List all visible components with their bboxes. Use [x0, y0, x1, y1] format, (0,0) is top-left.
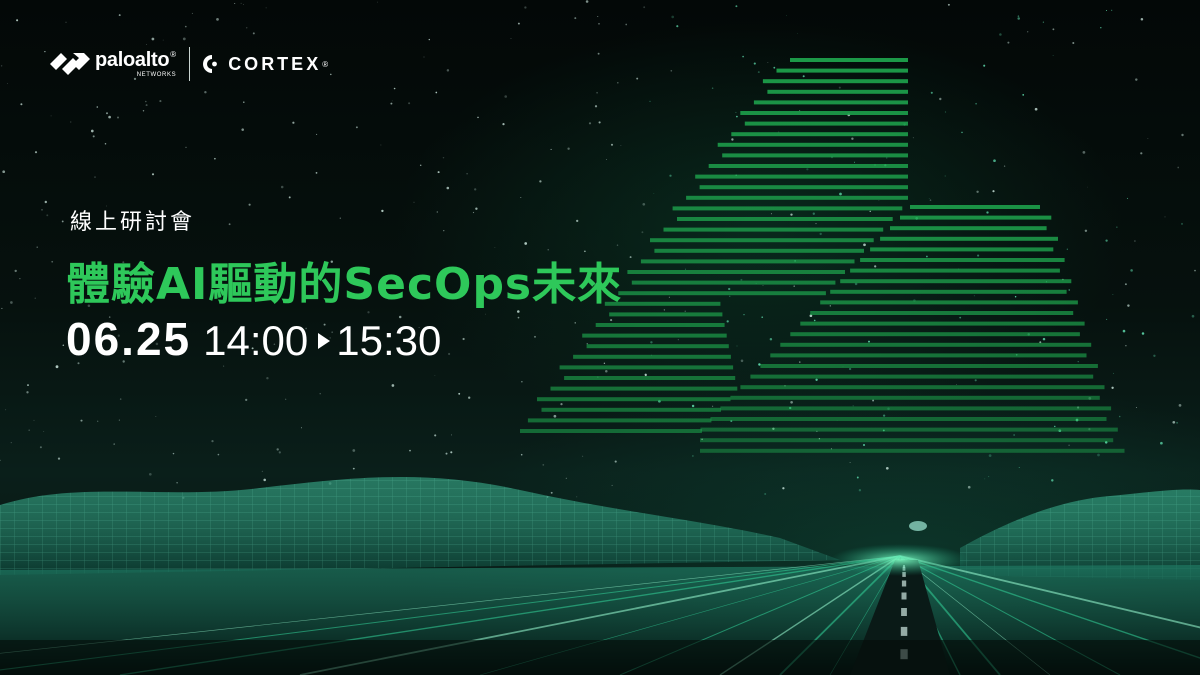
paloalto-name: paloalto — [95, 49, 170, 71]
paloalto-logo-icon — [50, 53, 90, 75]
horizon-glow — [830, 544, 970, 576]
registered-mark: ® — [170, 50, 177, 59]
event-time-start: 14:00 — [203, 317, 309, 364]
logo-divider — [189, 47, 191, 81]
event-kicker: 線上研討會 — [70, 210, 196, 235]
cortex-logo-icon — [203, 55, 218, 73]
cortex-registered-mark: ® — [322, 59, 329, 69]
event-title: 體驗AI驅動的SecOps未來 — [66, 259, 623, 310]
play-arrow-icon — [318, 333, 331, 349]
paloalto-sub: NETWORKS — [136, 72, 177, 78]
event-time-end: 15:30 — [336, 317, 442, 364]
brand-logos: paloalto® NETWORKS CORTEX ® — [50, 46, 328, 82]
event-date: 06.25 — [66, 313, 192, 365]
webinar-banner: paloalto® NETWORKS CORTEX ® 線上研討會 體驗AI驅動… — [0, 0, 1200, 675]
cortex-name: CORTEX — [228, 53, 322, 74]
paloalto-wordmark: paloalto® NETWORKS — [95, 50, 176, 78]
event-datetime: 06.25 14:00 15:30 — [66, 312, 441, 366]
